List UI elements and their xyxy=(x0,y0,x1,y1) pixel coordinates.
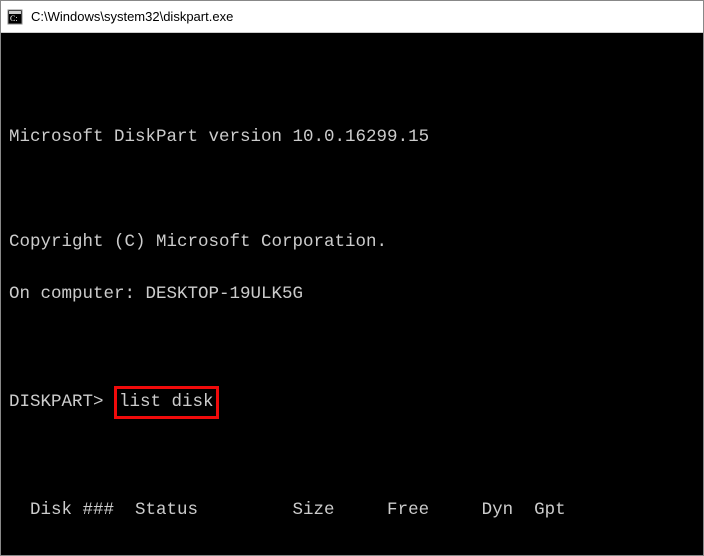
prompt-label: DISKPART> xyxy=(9,392,104,412)
command-list-disk: list disk xyxy=(114,386,219,418)
copyright-line: Copyright (C) Microsoft Corporation. xyxy=(9,229,699,255)
window-title: C:\Windows\system32\diskpart.exe xyxy=(31,9,233,24)
window-titlebar[interactable]: C: C:\Windows\system32\diskpart.exe xyxy=(1,1,703,33)
svg-text:C:: C: xyxy=(10,14,18,23)
cmd-icon: C: xyxy=(7,9,23,25)
disk-table-header: Disk ### Status Size Free Dyn Gpt xyxy=(9,497,699,523)
version-line: Microsoft DiskPart version 10.0.16299.15 xyxy=(9,124,699,150)
disk-table-divider: -------- ------------- ------- ------- -… xyxy=(9,550,699,555)
terminal-body[interactable]: Microsoft DiskPart version 10.0.16299.15… xyxy=(1,33,703,555)
computer-line: On computer: DESKTOP-19ULK5G xyxy=(9,281,699,307)
prompt-line-1: DISKPART> list disk xyxy=(9,386,699,418)
